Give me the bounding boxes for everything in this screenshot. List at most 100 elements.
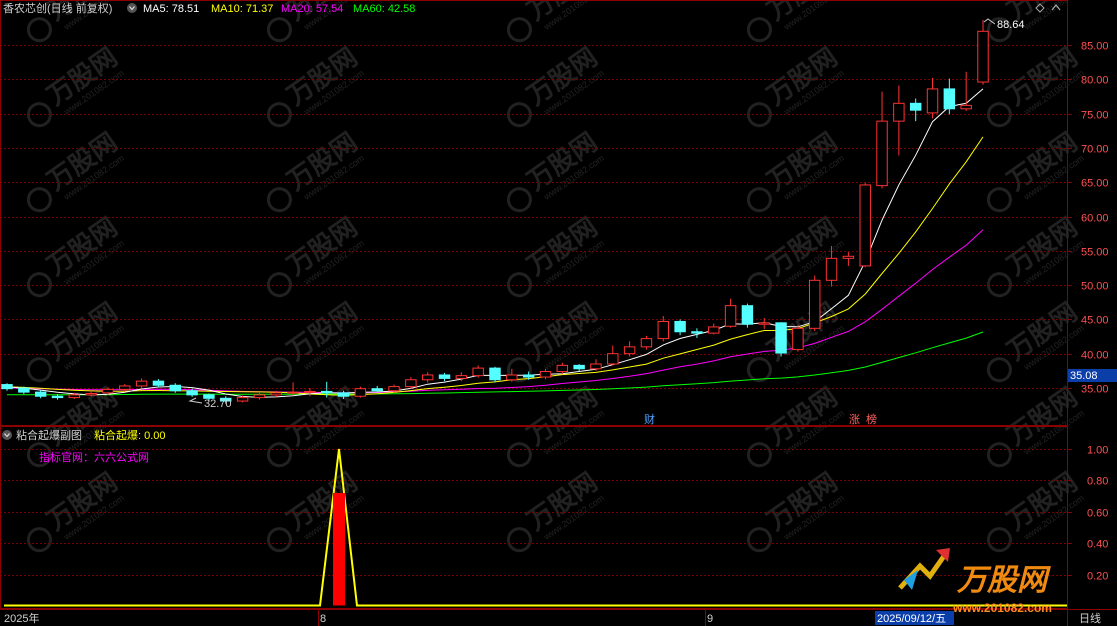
candle-body-down [489,367,501,381]
signal-tick-label: 0.80 [1087,476,1108,488]
candle-body-up [472,367,484,377]
signal-grid [0,449,1067,576]
candle-body-up [926,88,939,114]
candle-body-down [371,388,383,392]
price-tick-label: 45.00 [1081,315,1109,327]
price-tick-label: 60.00 [1081,213,1109,225]
current-price-badge: 35.08 [1068,369,1117,382]
watermark-item: 万股网www.201082.com [266,382,366,468]
price-axis: 85.00 80.00 75.00 70.00 65.00 60.00 55.00 50.00… [1067,41,1109,396]
watermark-item: 万股网www.201082.com [986,127,1086,213]
watermark-emblem [746,272,772,298]
candle-body-up [708,326,720,334]
candle-body-up [859,184,871,267]
chevron-down-icon[interactable] [2,430,12,440]
main-header: 香农芯创(日线 前复权) MA5: 78.51 MA10: 71.37 MA20… [3,1,415,15]
candle-body-up [876,120,888,187]
candle-body-down [438,374,451,379]
candle-body-up [405,379,417,388]
ma20-label: MA20: 57.54 [281,3,343,15]
candle-body-up [977,30,989,83]
watermark-emblem [986,527,1012,553]
candle-body-up [556,364,569,373]
watermark-emblem [746,17,772,43]
chevron-down-icon[interactable] [127,3,137,13]
watermark-item: 万股网www.201082.com [746,42,846,128]
price-tick-label: 40.00 [1081,350,1109,362]
candle-body-up [809,279,821,329]
chart-canvas[interactable]: 万股网www.201082.com万股网www.201082.com万股网www… [0,0,1117,626]
watermark-item: 万股网www.201082.com [506,382,606,468]
watermark-item: 万股网www.201082.com [746,382,846,468]
trend-arrow-icon [898,548,950,590]
watermark-layer: 万股网www.201082.com万股网www.201082.com万股网www… [26,0,1086,553]
cursor-date: 2025/09/12/五 [877,613,946,625]
watermark-item: 万股网www.201082.com [986,382,1086,468]
stock-chart-window: 万股网www.201082.com万股网www.201082.com万股网www… [0,0,1117,626]
current-price-value: 35.08 [1070,370,1098,382]
candle-body-up [539,371,552,378]
event-marker-finance[interactable]: 财 [644,412,655,426]
candle-body-down [337,392,350,397]
candle-body-up [792,327,804,351]
watermark-item: 万股网www.201082.com [266,42,366,128]
candle-body-up [607,353,619,365]
candle-body-down [169,384,181,392]
candle-body-down [51,395,64,399]
price-tick-label: 85.00 [1081,41,1109,53]
watermark-emblem [506,442,532,468]
date-axis: 2025年 8 9 2025/09/12/五 日线 [4,610,1101,626]
candle-body-down [674,320,686,333]
ma5-label: MA5: 78.51 [143,3,199,15]
watermark-emblem [266,527,292,553]
candle-body-up [287,391,299,394]
period-label[interactable]: 日线 [1079,611,1101,625]
candle-body-down [909,102,922,111]
watermark-emblem [266,272,292,298]
candle-body-up [893,102,905,122]
candle-body-up [135,380,148,387]
candle-body-up [388,386,400,392]
watermark-emblem [266,357,292,383]
event-marker-limit-up[interactable]: 涨 [849,413,860,426]
candle-body-down [1,384,13,390]
candle-body-down [34,391,47,397]
candle-body-up [421,374,434,381]
watermark-emblem [986,272,1012,298]
stock-title[interactable]: 香农芯创(日线 前复权) [3,1,112,15]
price-tick-label: 80.00 [1081,75,1109,87]
watermark-emblem [506,17,532,43]
event-marker-ranking[interactable]: 榜 [866,412,877,426]
watermark-emblem [506,527,532,553]
watermark-item: 万股网www.201082.com [26,297,126,383]
watermark-item: 万股网www.201082.com [506,42,606,128]
candle-body-up [253,394,266,399]
date-label-sep: 9 [707,613,713,625]
candle-body-down [18,387,30,393]
watermark-emblem [26,272,52,298]
price-tick-label: 65.00 [1081,178,1109,190]
signal-tick-label: 0.40 [1087,539,1108,551]
watermark-emblem [26,17,52,43]
candle-body-up [640,338,653,348]
candle-body-up [657,320,669,340]
watermark-item: 万股网www.201082.com [506,127,606,213]
date-label-year: 2025年 [4,611,39,625]
watermark-emblem [746,442,772,468]
candle-body-down [943,88,956,110]
candle-body-down [573,364,585,370]
indicator-name[interactable]: 粘合起爆副图 [16,428,82,442]
watermark-item: 万股网www.201082.com [986,42,1086,128]
price-tick-label: 50.00 [1081,281,1109,293]
watermark-item: 万股网www.201082.com [26,212,126,298]
candle-body-up [623,346,636,355]
candle-body-up [724,305,737,327]
watermark-emblem [506,272,532,298]
price-tick-label: 55.00 [1081,247,1109,259]
candle-body-down [321,390,333,394]
watermark-item: 万股网www.201082.com [26,42,126,128]
candle-body-up [590,363,602,370]
candle-body-up [354,388,367,397]
candle-body-up [825,257,838,281]
watermark-emblem [746,527,772,553]
